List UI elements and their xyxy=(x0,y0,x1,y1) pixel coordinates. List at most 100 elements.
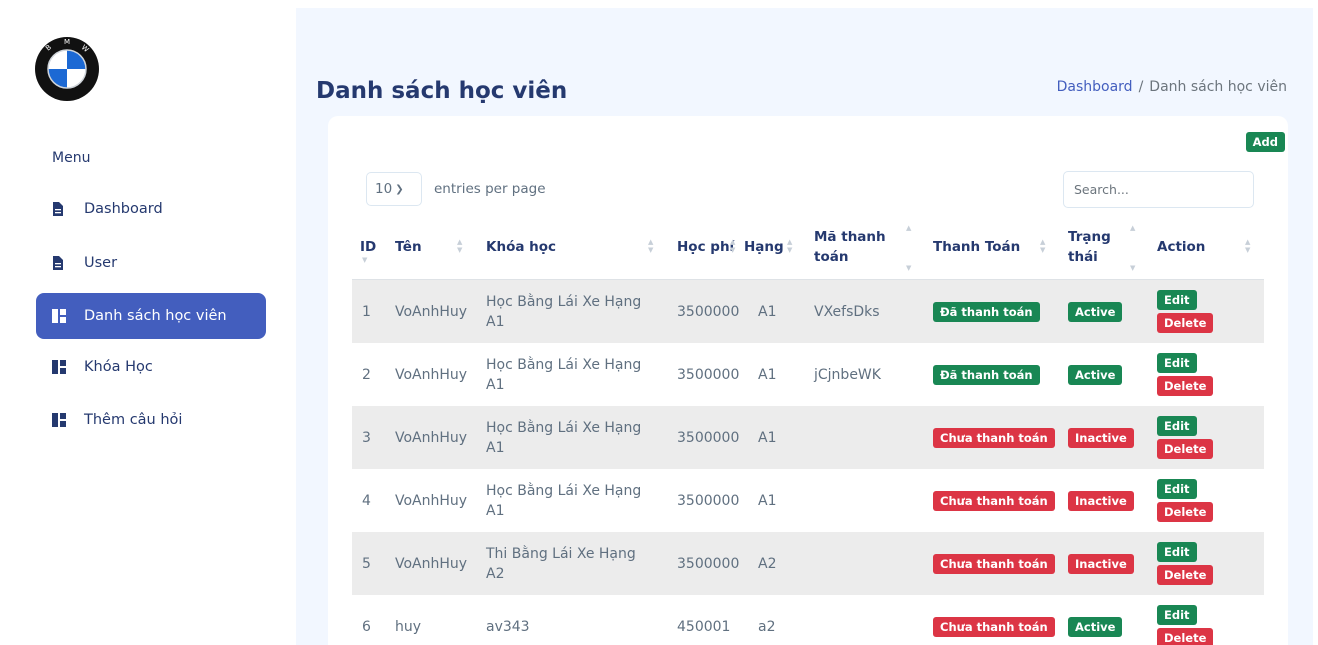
logo-letter-m: M xyxy=(64,38,70,46)
delete-button[interactable]: Delete xyxy=(1157,376,1214,396)
table-header: ID ▼ Tên ▲ ▼ Khóa học ▲ ▼ Học phí ▲ ▼ Hạng ▲ ▼ Mã… xyxy=(352,214,1264,280)
sidebar-item-them-cau-hoi[interactable]: Thêm câu hỏi xyxy=(36,397,266,443)
row-actions: Edit Delete xyxy=(1157,353,1214,399)
chevron-down-icon: ❯ xyxy=(395,183,404,195)
delete-button[interactable]: Delete xyxy=(1157,502,1214,522)
entries-select-value: 10 xyxy=(375,181,393,197)
sort-icon: ▲ ▼ xyxy=(457,238,463,254)
entries-select[interactable]: 10 ❯ xyxy=(366,172,422,206)
sort-icon: ▲ xyxy=(1130,224,1136,232)
edit-button[interactable]: Edit xyxy=(1157,605,1197,625)
payment-status-badge: Chưa thanh toán xyxy=(933,490,1055,511)
cell-fee: 3500000 xyxy=(677,366,740,383)
grid-icon xyxy=(52,309,66,323)
cell-rank: a2 xyxy=(758,618,776,635)
status-badge: Active xyxy=(1068,364,1123,385)
grid-icon xyxy=(52,413,66,427)
cell-payment-code: jCjnbeWK xyxy=(814,366,881,383)
sort-icon: ▲ xyxy=(906,224,912,232)
sort-icon: ▲ ▼ xyxy=(1245,238,1251,254)
cell-course: Học Bằng Lái Xe Hạng A1 xyxy=(486,419,642,456)
cell-course: Học Bằng Lái Xe Hạng A1 xyxy=(486,482,642,519)
sidebar: B M W Menu Dashboard User Danh sách học … xyxy=(0,0,290,645)
bmw-logo[interactable]: B M W xyxy=(34,36,100,102)
row-actions: Edit Delete xyxy=(1157,290,1214,336)
payment-status-badge: Chưa thanh toán xyxy=(933,427,1055,448)
column-header-label: Thanh Toán xyxy=(933,239,1021,255)
edit-button[interactable]: Edit xyxy=(1157,479,1197,499)
table-row: 1 VoAnhHuy Học Bằng Lái Xe Hạng A1 35000… xyxy=(352,280,1264,343)
status-badge: Active xyxy=(1068,301,1123,322)
sidebar-item-label: Thêm câu hỏi xyxy=(84,412,183,428)
payment-status-badge: Chưa thanh toán xyxy=(933,616,1055,637)
delete-button[interactable]: Delete xyxy=(1157,565,1214,585)
column-header-label: Khóa học xyxy=(486,239,557,255)
entries-label: entries per page xyxy=(434,181,546,197)
cell-name: VoAnhHuy xyxy=(395,366,468,383)
cell-id: 5 xyxy=(362,555,371,572)
students-table: ID ▼ Tên ▲ ▼ Khóa học ▲ ▼ Học phí ▲ ▼ Hạng ▲ ▼ Mã… xyxy=(352,214,1264,645)
column-header-label: ID xyxy=(360,239,377,255)
cell-name: VoAnhHuy xyxy=(395,303,468,320)
table-row: 5 VoAnhHuy Thi Bằng Lái Xe Hạng A2 35000… xyxy=(352,532,1264,595)
row-actions: Edit Delete xyxy=(1157,542,1214,588)
sidebar-item-label: Khóa Học xyxy=(84,359,153,375)
payment-status-badge: Chưa thanh toán xyxy=(933,553,1055,574)
delete-button[interactable]: Delete xyxy=(1157,313,1214,333)
search-input[interactable] xyxy=(1063,171,1254,208)
table-row: 3 VoAnhHuy Học Bằng Lái Xe Hạng A1 35000… xyxy=(352,406,1264,469)
breadcrumb-current: Danh sách học viên xyxy=(1149,79,1287,95)
file-icon xyxy=(52,256,66,270)
sort-icon: ▼ xyxy=(362,256,368,264)
column-header-trang-thai[interactable]: Trạng thái ▲ ▼ xyxy=(1068,214,1135,280)
sort-icon: ▲ ▼ xyxy=(787,238,793,254)
payment-status-badge: Đã thanh toán xyxy=(933,301,1040,322)
cell-payment-code: VXefsDks xyxy=(814,303,880,320)
column-header-ma-thanh-toan[interactable]: Mã thanh toán ▲ ▼ xyxy=(814,214,911,280)
breadcrumb-separator: / xyxy=(1138,79,1144,95)
sort-icon: ▼ xyxy=(1130,264,1136,272)
edit-button[interactable]: Edit xyxy=(1157,353,1197,373)
cell-fee: 3500000 xyxy=(677,303,740,320)
cell-id: 1 xyxy=(362,303,371,320)
column-header-thanh-toan[interactable]: Thanh Toán ▲ ▼ xyxy=(933,214,1045,280)
status-badge: Inactive xyxy=(1068,553,1134,574)
payment-status-badge: Đã thanh toán xyxy=(933,364,1040,385)
column-header-khoa-hoc[interactable]: Khóa học ▲ ▼ xyxy=(486,214,653,280)
edit-button[interactable]: Edit xyxy=(1157,542,1197,562)
column-header-label: Action xyxy=(1157,239,1206,255)
breadcrumb-dashboard-link[interactable]: Dashboard xyxy=(1057,79,1133,95)
column-header-label: Mã thanh toán xyxy=(814,229,886,265)
edit-button[interactable]: Edit xyxy=(1157,416,1197,436)
delete-button[interactable]: Delete xyxy=(1157,628,1214,645)
cell-id: 2 xyxy=(362,366,371,383)
column-header-hang[interactable]: Hạng ▲ ▼ xyxy=(744,214,792,280)
row-actions: Edit Delete xyxy=(1157,416,1214,462)
breadcrumb: Dashboard / Danh sách học viên xyxy=(1057,79,1287,95)
edit-button[interactable]: Edit xyxy=(1157,290,1197,310)
cell-fee: 450001 xyxy=(677,618,731,635)
sidebar-item-dashboard[interactable]: Dashboard xyxy=(36,186,266,232)
cell-rank: A1 xyxy=(758,429,777,446)
cell-course: Học Bằng Lái Xe Hạng A1 xyxy=(486,356,642,393)
add-button[interactable]: Add xyxy=(1245,132,1285,152)
cell-course: av343 xyxy=(486,618,530,635)
column-header-ten[interactable]: Tên ▲ ▼ xyxy=(395,214,462,280)
cell-course: Học Bằng Lái Xe Hạng A1 xyxy=(486,293,642,330)
cell-rank: A1 xyxy=(758,366,777,383)
column-header-action[interactable]: Action ▲ ▼ xyxy=(1157,214,1250,280)
column-header-label: Học phí xyxy=(677,239,735,255)
sort-icon: ▼ xyxy=(906,264,912,272)
sidebar-item-user[interactable]: User xyxy=(36,240,266,286)
sidebar-item-label: Dashboard xyxy=(84,201,163,217)
column-header-id[interactable]: ID ▼ xyxy=(360,214,376,280)
sidebar-item-khoa-hoc[interactable]: Khóa Học xyxy=(36,344,266,390)
grid-icon xyxy=(52,360,66,374)
table-row: 2 VoAnhHuy Học Bằng Lái Xe Hạng A1 35000… xyxy=(352,343,1264,406)
sidebar-item-danh-sach-hoc-vien[interactable]: Danh sách học viên xyxy=(36,293,266,339)
delete-button[interactable]: Delete xyxy=(1157,439,1214,459)
sort-icon: ▲ ▼ xyxy=(648,238,654,254)
cell-id: 6 xyxy=(362,618,371,635)
sort-icon: ▲ ▼ xyxy=(730,238,736,254)
column-header-hoc-phi[interactable]: Học phí ▲ ▼ xyxy=(677,214,735,280)
